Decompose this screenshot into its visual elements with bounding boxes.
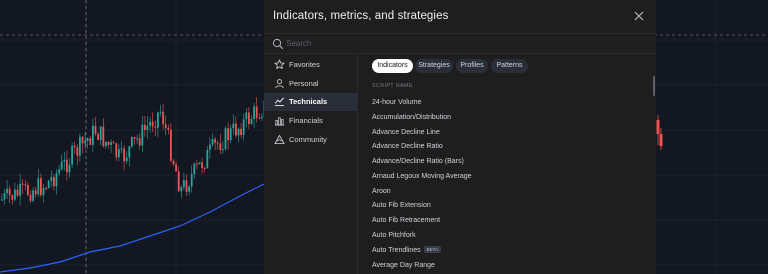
sidebar-item-label: Personal xyxy=(289,79,319,88)
list-item[interactable]: Auto Trendlines BETA xyxy=(372,244,648,258)
list-item[interactable]: Auto Fib Retracement xyxy=(372,214,648,228)
sidebar-item-label: Technicals xyxy=(289,97,328,106)
tab-strategies[interactable]: Strategies xyxy=(415,59,453,73)
search-input[interactable] xyxy=(286,36,586,51)
list-item[interactable]: Auto Fib Extension xyxy=(372,199,648,213)
script-name: Auto Fib Extension xyxy=(372,202,431,209)
dialog-title: Indicators, metrics, and strategies xyxy=(273,10,449,22)
community-icon xyxy=(274,134,285,145)
list-item[interactable]: Auto Pitchfork xyxy=(372,229,648,243)
list-item[interactable]: Aroon xyxy=(372,185,648,199)
moving-average-line xyxy=(0,183,265,273)
indicators-dialog: Indicators, metrics, and strategies Favo… xyxy=(264,0,656,274)
sidebar-item-label: Financials xyxy=(289,116,323,125)
beta-badge: BETA xyxy=(423,246,442,253)
sidebar-item-community[interactable]: Community xyxy=(264,131,357,149)
search-icon xyxy=(272,38,284,50)
list-item[interactable]: Accumulation/Distribution xyxy=(372,111,648,125)
script-list-panel: Indicators Strategies Profiles Patterns … xyxy=(358,54,656,274)
dialog-header: Indicators, metrics, and strategies xyxy=(264,0,656,33)
list-item[interactable]: Arnaud Legoux Moving Average xyxy=(372,170,648,184)
sidebar-item-label: Community xyxy=(289,135,327,144)
script-name: Advance Decline Line xyxy=(372,129,440,136)
chart-icon xyxy=(274,97,285,107)
script-name: Auto Fib Retracement xyxy=(372,217,441,224)
close-icon[interactable] xyxy=(632,9,646,23)
category-sidebar: Favorites Personal Technicals Financials… xyxy=(264,54,358,274)
column-header-script-name: SCRIPT NAME xyxy=(372,83,413,89)
list-item[interactable]: 24-hour Volume xyxy=(372,96,648,110)
right-candles xyxy=(656,115,663,150)
tab-profiles[interactable]: Profiles xyxy=(456,59,488,73)
user-icon xyxy=(275,79,284,89)
sidebar-item-financials[interactable]: Financials xyxy=(264,112,357,130)
tab-patterns[interactable]: Patterns xyxy=(491,59,528,73)
candlesticks xyxy=(1,97,266,206)
sidebar-item-favorites[interactable]: Favorites xyxy=(264,56,357,74)
script-name: Auto Trendlines xyxy=(372,247,421,254)
script-name: Accumulation/Distribution xyxy=(372,114,451,121)
script-name: Arnaud Legoux Moving Average xyxy=(372,173,472,180)
list-item[interactable]: Average Day Range xyxy=(372,259,648,273)
list-item[interactable]: Advance/Decline Ratio (Bars) xyxy=(372,155,648,169)
sidebar-item-technicals[interactable]: Technicals xyxy=(264,93,357,111)
script-name: Average Day Range xyxy=(372,262,435,269)
script-name: Aroon xyxy=(372,188,391,195)
sidebar-item-label: Favorites xyxy=(289,60,320,69)
sidebar-item-personal[interactable]: Personal xyxy=(264,75,357,93)
bar-chart-icon xyxy=(274,117,285,126)
script-name: Advance/Decline Ratio (Bars) xyxy=(372,158,464,165)
script-name: Advance Decline Ratio xyxy=(372,143,443,150)
list-item[interactable]: Advance Decline Ratio xyxy=(372,140,648,154)
tab-indicators[interactable]: Indicators xyxy=(372,59,413,73)
search-bar xyxy=(264,33,656,54)
list-item[interactable]: Advance Decline Line xyxy=(372,126,648,140)
star-icon xyxy=(274,59,285,69)
script-name: Auto Pitchfork xyxy=(372,232,416,239)
scrollbar[interactable] xyxy=(653,76,655,96)
script-name: 24-hour Volume xyxy=(372,99,422,106)
